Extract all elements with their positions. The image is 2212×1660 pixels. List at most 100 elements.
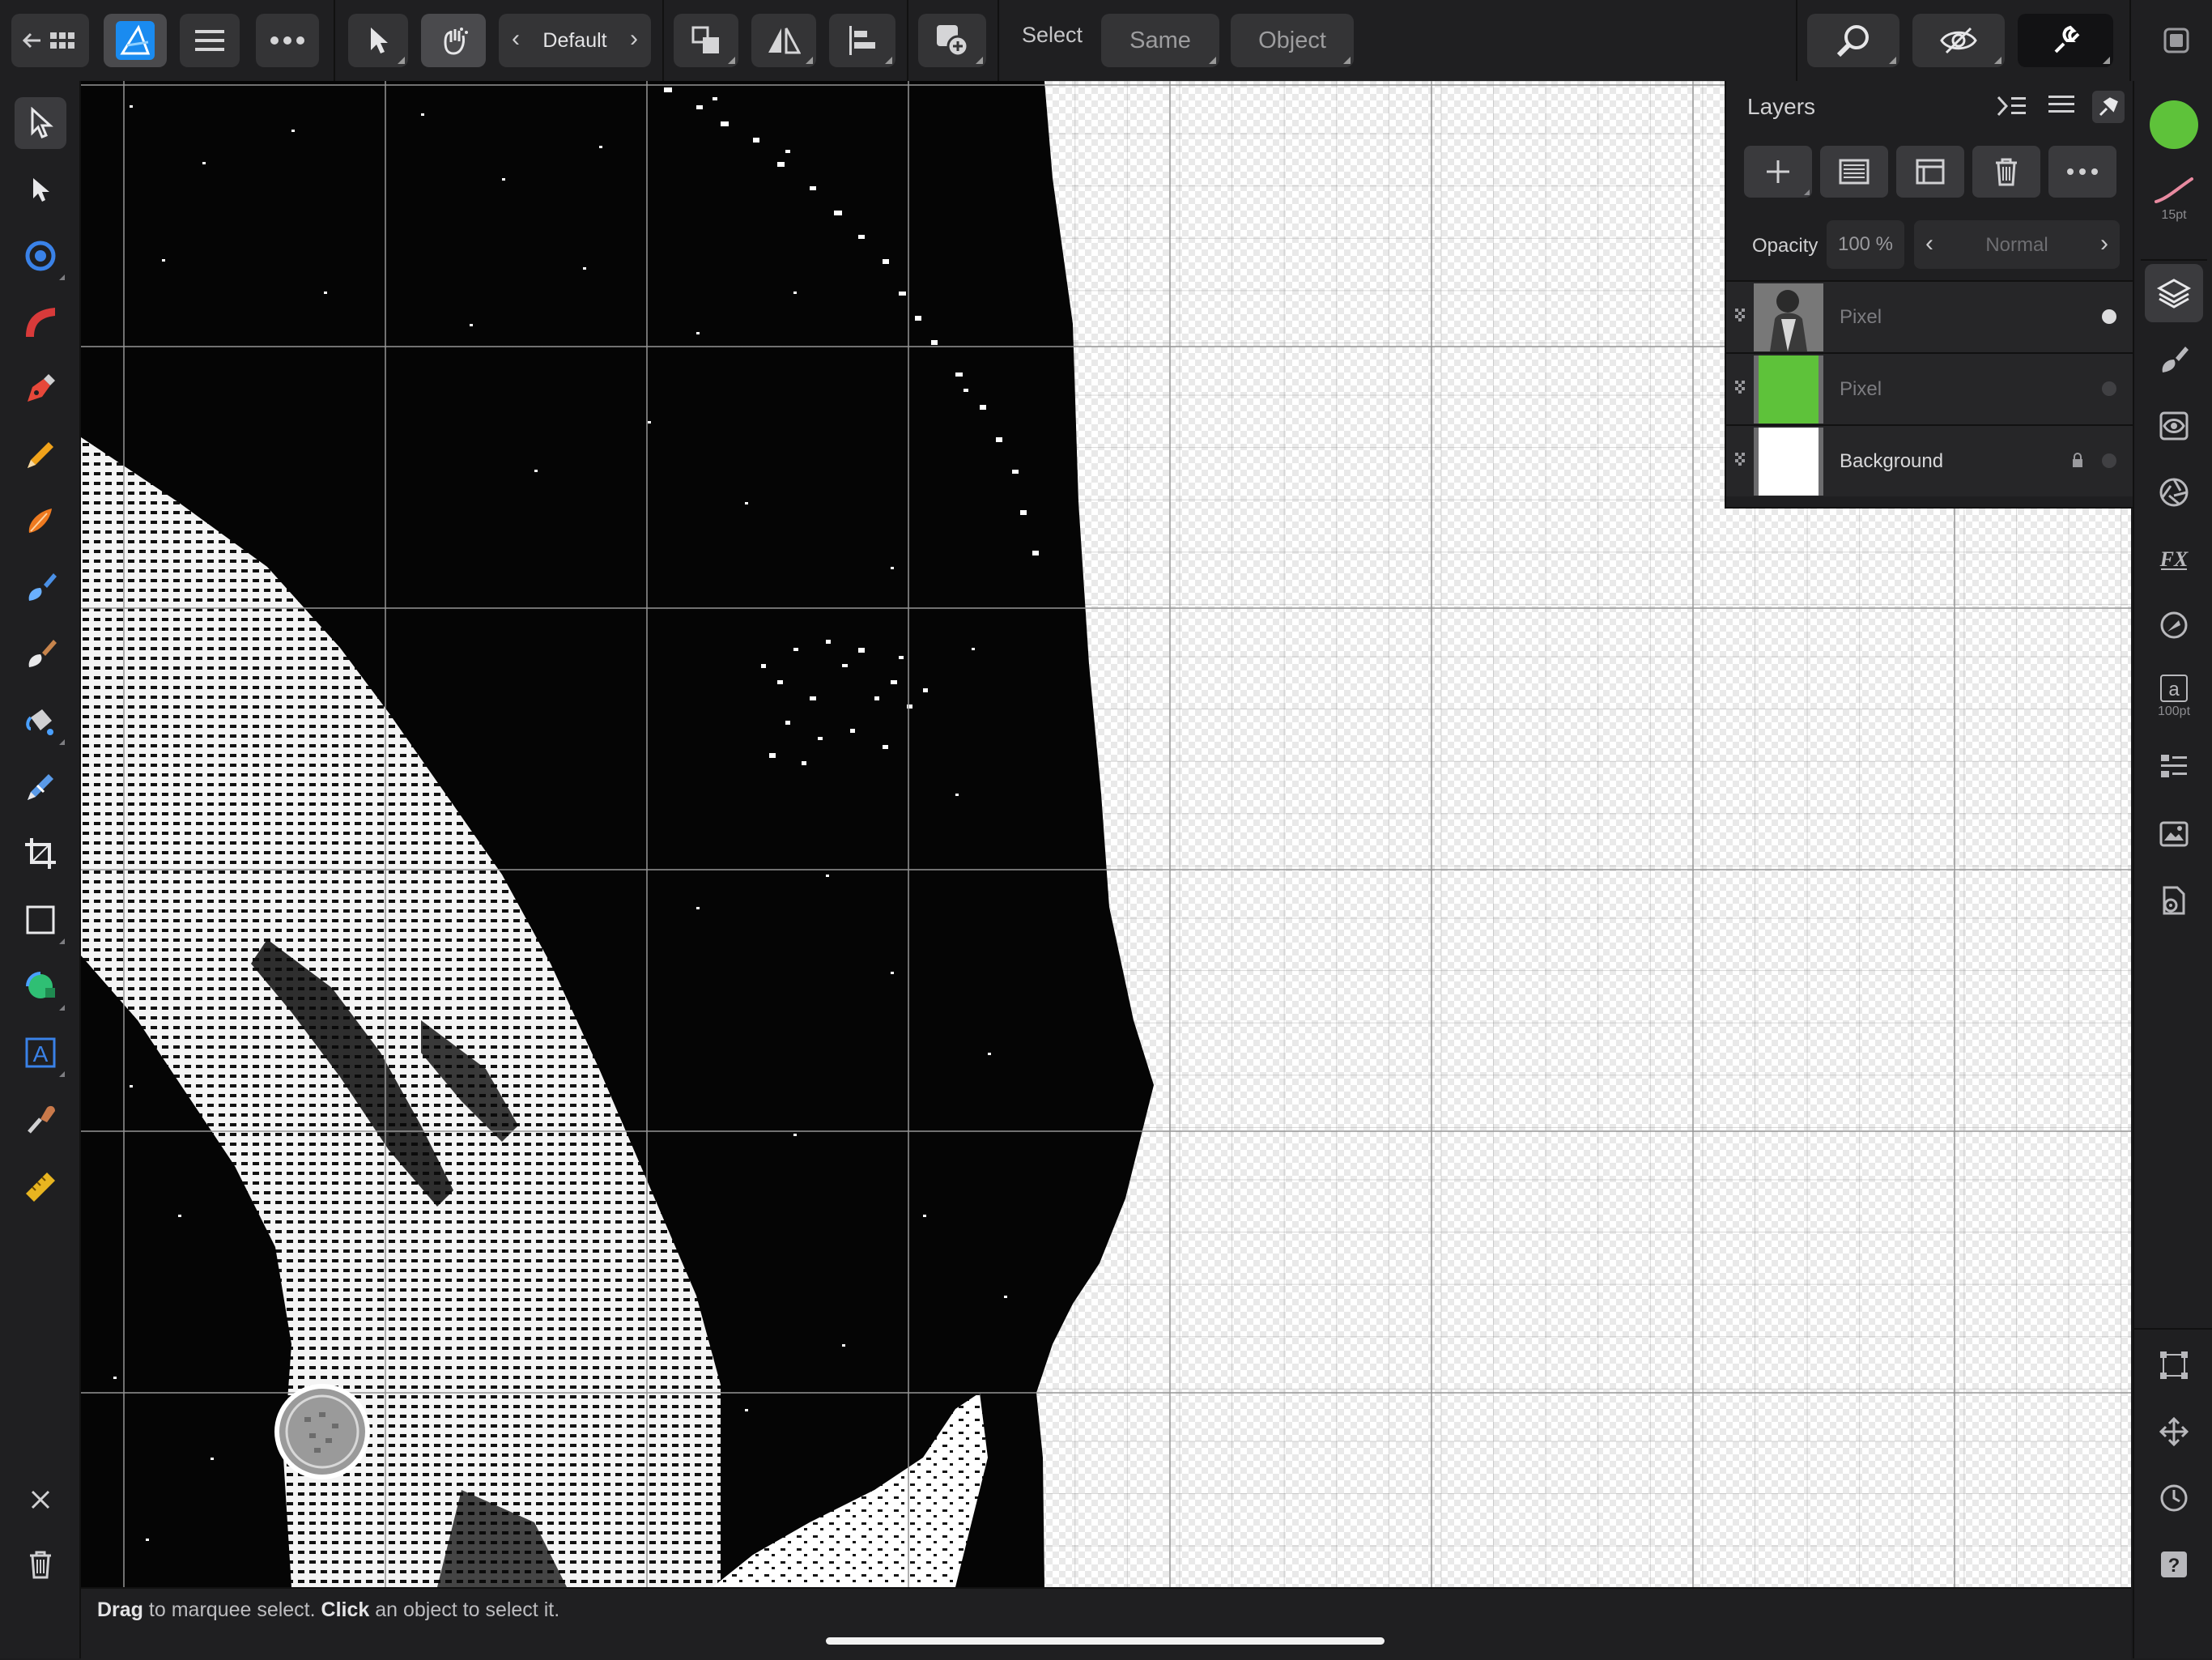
- more-button[interactable]: [256, 14, 319, 67]
- panel-menu-button[interactable]: [2047, 92, 2079, 121]
- visibility-toggle[interactable]: [2102, 381, 2116, 396]
- status-click-rest: an object to select it.: [369, 1598, 560, 1621]
- select-label: Select: [1022, 23, 1083, 47]
- chevron-right-icon[interactable]: ›: [630, 25, 638, 53]
- layer-name: Pixel: [1840, 306, 1882, 328]
- lock-icon[interactable]: [2071, 452, 2084, 468]
- text-styles-studio-button[interactable]: a 100pt: [2145, 661, 2203, 732]
- drag-handle-icon[interactable]: [1734, 380, 1747, 396]
- adjustment-icon: [2159, 411, 2189, 441]
- navigator-panel-button[interactable]: [2145, 1402, 2203, 1461]
- view-zoom-button[interactable]: [1807, 14, 1899, 67]
- crop-tool[interactable]: [15, 828, 66, 879]
- snapping-options-button[interactable]: [2018, 14, 2113, 67]
- assets-studio-button[interactable]: [2145, 871, 2203, 930]
- pencil-style-tool[interactable]: [15, 296, 66, 348]
- fill-tool[interactable]: [15, 695, 66, 747]
- add-mask-button[interactable]: [1820, 146, 1888, 198]
- collapse-panel-button[interactable]: [1995, 92, 2031, 121]
- select-same-button[interactable]: Same: [1101, 14, 1219, 67]
- brushes-studio-button[interactable]: [2145, 330, 2203, 389]
- layer-row[interactable]: Pixel: [1726, 352, 2134, 424]
- tools-panel: A: [0, 81, 81, 1658]
- delete-button[interactable]: [15, 1539, 66, 1590]
- document-menu-button[interactable]: [180, 14, 240, 67]
- delete-layer-button[interactable]: [1972, 146, 2040, 198]
- svg-text:FX: FX: [2159, 547, 2189, 571]
- separator: [998, 0, 999, 81]
- group-layer-button[interactable]: [1896, 146, 1964, 198]
- stroke-well[interactable]: 15pt: [2145, 162, 2203, 235]
- panel-collapse-icon: [1997, 96, 2026, 117]
- move-tool-toggle[interactable]: [348, 14, 408, 67]
- trash-icon: [1996, 158, 2017, 186]
- fill-color-well[interactable]: [2145, 96, 2203, 154]
- add-layer-button[interactable]: [1744, 146, 1812, 198]
- home-indicator[interactable]: [826, 1637, 1385, 1645]
- drag-handle-icon[interactable]: [1734, 452, 1747, 468]
- transform-panel-button[interactable]: [2145, 1336, 2203, 1394]
- gradient-pen-icon: [28, 774, 53, 800]
- layer-thumbnail-green: [1754, 355, 1823, 424]
- layers-studio-button[interactable]: [2145, 264, 2203, 322]
- layer-options-button[interactable]: [2048, 146, 2116, 198]
- eyedropper-tool[interactable]: [15, 1093, 66, 1145]
- align-button[interactable]: [829, 14, 895, 67]
- snapping-magnet-icon: [2054, 25, 2080, 53]
- select-object-button[interactable]: Object: [1231, 14, 1354, 67]
- arrange-button[interactable]: [674, 14, 738, 67]
- drag-handle-icon[interactable]: [1734, 308, 1747, 324]
- flip-button[interactable]: [751, 14, 816, 67]
- stroke-size-label: 15pt: [2161, 208, 2187, 222]
- move-tool[interactable]: [15, 97, 66, 149]
- visibility-toggle[interactable]: [2102, 453, 2116, 468]
- visibility-toggle[interactable]: [2102, 309, 2116, 324]
- pixel-brush-tool[interactable]: [15, 628, 66, 680]
- color-studio-button[interactable]: [2145, 596, 2203, 654]
- measure-tool[interactable]: [15, 1160, 66, 1211]
- paint-brush-tool[interactable]: [15, 562, 66, 614]
- adjustments-studio-button[interactable]: [2145, 397, 2203, 455]
- view-mode-button[interactable]: [1912, 14, 2005, 67]
- text-tool[interactable]: A: [15, 1027, 66, 1079]
- corner-tool[interactable]: [15, 230, 66, 282]
- arrange-icon: [691, 26, 719, 53]
- boolean-add-button[interactable]: [918, 14, 986, 67]
- snapping-toggle[interactable]: [421, 14, 486, 67]
- blend-mode-selector[interactable]: ‹ Normal ›: [1914, 220, 2120, 269]
- export-persona-button[interactable]: [2157, 14, 2196, 67]
- shape-tool[interactable]: [15, 960, 66, 1012]
- pin-panel-button[interactable]: [2092, 91, 2125, 123]
- contour-tool-icon: [26, 308, 55, 337]
- svg-text:A: A: [33, 1041, 49, 1066]
- stock-studio-button[interactable]: [2145, 805, 2203, 863]
- chevron-left-icon[interactable]: ‹: [512, 25, 520, 53]
- pencil-tool[interactable]: [15, 429, 66, 481]
- opacity-field[interactable]: 100 %: [1827, 220, 1904, 269]
- fx-icon: FX: [2159, 547, 2189, 571]
- preset-selector[interactable]: ‹ Default ›: [499, 14, 651, 67]
- rectangle-tool[interactable]: [15, 894, 66, 946]
- move-arrows-icon: [2159, 1416, 2189, 1447]
- navigator-studio-button[interactable]: [2145, 463, 2203, 521]
- chevron-right-icon[interactable]: ›: [2100, 230, 2108, 258]
- layer-thumbnail-photo: [1754, 283, 1823, 351]
- node-arrow-icon: [33, 178, 49, 202]
- vector-brush-tool[interactable]: [15, 496, 66, 547]
- transparency-tool[interactable]: [15, 761, 66, 813]
- status-drag: Drag: [97, 1598, 143, 1621]
- close-button[interactable]: [15, 1474, 66, 1526]
- persona-designer-button[interactable]: [104, 14, 167, 67]
- trash-icon: [30, 1551, 51, 1579]
- history-panel-button[interactable]: [2145, 1469, 2203, 1527]
- more-icon: [2067, 168, 2098, 175]
- pen-tool[interactable]: [15, 363, 66, 415]
- transform-studio-button[interactable]: [2145, 738, 2203, 797]
- effects-studio-button[interactable]: FX: [2145, 530, 2203, 588]
- layer-row[interactable]: Pixel: [1726, 280, 2134, 352]
- node-tool[interactable]: [15, 164, 66, 215]
- vector-brush-icon: [28, 509, 52, 533]
- back-to-gallery-button[interactable]: [11, 14, 89, 67]
- layer-row[interactable]: Background: [1726, 424, 2134, 496]
- help-button[interactable]: ?: [2145, 1535, 2203, 1594]
